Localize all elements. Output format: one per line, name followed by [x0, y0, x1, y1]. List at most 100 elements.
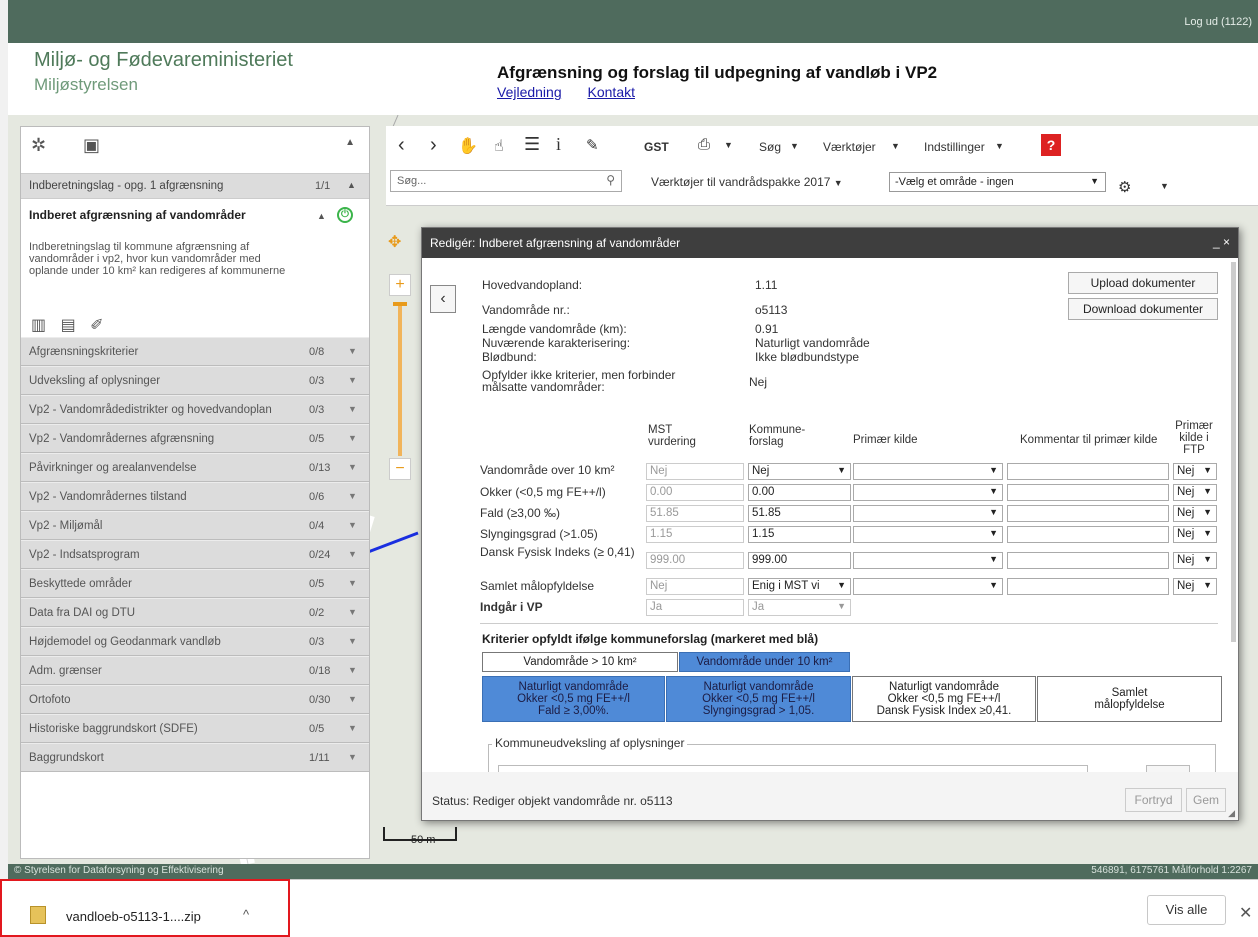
chevron-down-icon[interactable]: ▼ [348, 578, 357, 588]
layer-group[interactable]: Historiske baggrundskort (SDFE) 0/5 ▼ [21, 714, 369, 743]
comment-input[interactable] [1007, 552, 1169, 569]
comment-input[interactable] [1007, 463, 1169, 480]
ftp-select[interactable]: Nej ▼ [1173, 505, 1217, 522]
forward-icon[interactable]: › [430, 134, 437, 157]
chevron-down-icon[interactable]: ▼ [348, 491, 357, 501]
zip-file-icon[interactable] [30, 906, 46, 924]
add-document-icon[interactable]: ▣ [83, 135, 100, 156]
chevron-down-icon[interactable]: ▼ [724, 140, 733, 150]
table-icon[interactable]: ▤ [61, 317, 76, 334]
kommune-exchange-button[interactable] [1146, 765, 1190, 772]
area-select[interactable]: -Vælg et område - ingen ▼ [889, 172, 1106, 192]
zoom-in-button[interactable]: + [389, 274, 411, 296]
search-input[interactable]: Søg... ⚲ [390, 170, 622, 192]
chevron-down-icon[interactable]: ▼ [348, 636, 357, 646]
save-button[interactable]: Gem [1186, 788, 1226, 812]
chevron-down-icon[interactable]: ▼ [348, 665, 357, 675]
gst-menu[interactable]: GST [644, 140, 669, 154]
power-toggle-icon[interactable]: ⏻ [337, 207, 353, 223]
chevron-down-icon[interactable]: ▼ [348, 433, 357, 443]
chevron-down-icon[interactable]: ▼ [348, 520, 357, 530]
layer-group[interactable]: Ortofoto 0/30 ▼ [21, 685, 369, 714]
chevron-down-icon[interactable]: ▼ [1160, 181, 1169, 191]
guide-link[interactable]: Vejledning [497, 84, 562, 100]
chevron-down-icon[interactable]: ▼ [891, 141, 900, 151]
layer-group[interactable]: Adm. grænser 0/18 ▼ [21, 656, 369, 685]
layer-group[interactable]: Baggrundskort 1/11 ▼ [21, 743, 369, 772]
show-all-button[interactable]: Vis alle [1147, 895, 1226, 925]
chevron-down-icon[interactable]: ▼ [348, 752, 357, 762]
settings-menu[interactable]: Indstillinger [924, 140, 985, 154]
kommune-exchange-input[interactable] [498, 765, 1088, 772]
kommune-input[interactable]: 1.15 [748, 526, 851, 543]
chevron-down-icon[interactable]: ▼ [348, 346, 357, 356]
layer-group[interactable]: Vp2 - Indsatsprogram 0/24 ▼ [21, 540, 369, 569]
help-button[interactable]: ? [1041, 134, 1061, 156]
chevron-down-icon[interactable]: ▼ [348, 549, 357, 559]
chevron-down-icon[interactable]: ▼ [348, 375, 357, 385]
ftp-select[interactable]: Nej ▼ [1173, 578, 1217, 595]
tool-icon[interactable]: ⚙ [1118, 178, 1131, 196]
zoom-out-button[interactable]: − [389, 458, 411, 480]
print-icon[interactable]: ⎙ [698, 136, 710, 153]
chevron-up-icon[interactable]: ^ [243, 907, 249, 922]
layer-group[interactable]: Vp2 - Miljømål 0/4 ▼ [21, 511, 369, 540]
chevron-up-icon[interactable]: ▲ [317, 211, 326, 221]
close-icon[interactable]: _ × [1213, 235, 1230, 249]
identify-icon[interactable]: ☝ [494, 136, 504, 156]
kommune-input[interactable]: 0.00 [748, 484, 851, 501]
chevron-down-icon[interactable]: ▼ [995, 141, 1004, 151]
chevron-down-icon[interactable]: ▼ [790, 141, 799, 151]
download-filename[interactable]: vandloeb-o5113-1....zip [66, 909, 201, 924]
chevron-down-icon[interactable]: ▼ [348, 694, 357, 704]
layer-group[interactable]: Vp2 - Vandområdernes afgrænsning 0/5 ▼ [21, 424, 369, 453]
layer-group[interactable]: Højdemodel og Geodanmark vandløb 0/3 ▼ [21, 627, 369, 656]
primary-source-select[interactable]: ▼ [853, 484, 1003, 501]
primary-source-select[interactable]: ▼ [853, 526, 1003, 543]
comment-input[interactable] [1007, 578, 1169, 595]
ftp-select[interactable]: Nej ▼ [1173, 552, 1217, 569]
kommune-input[interactable]: 999.00 [748, 552, 851, 569]
bar-chart-icon[interactable]: ▥ [31, 317, 46, 334]
edit-tool-icon[interactable]: ✐ [90, 317, 103, 334]
tools-menu[interactable]: Værktøjer [823, 140, 876, 154]
chevron-down-icon[interactable]: ▼ [348, 462, 357, 472]
kommune-input[interactable]: 51.85 [748, 505, 851, 522]
list-icon[interactable]: ☰ [524, 134, 540, 155]
chevron-down-icon[interactable]: ▼ [348, 607, 357, 617]
ftp-select[interactable]: Nej ▼ [1173, 526, 1217, 543]
download-documents-button[interactable]: Download dokumenter [1068, 298, 1218, 320]
primary-source-select[interactable]: ▼ [853, 505, 1003, 522]
pan-arrows-icon[interactable]: ✥ [388, 232, 401, 252]
layer-group[interactable]: Udveksling af oplysninger 0/3 ▼ [21, 366, 369, 395]
chevron-up-icon[interactable]: ▲ [347, 180, 356, 190]
zoom-slider-track[interactable] [398, 306, 402, 456]
resize-handle-icon[interactable]: ◢ [1228, 808, 1235, 819]
kommune-select[interactable]: Enig i MST vi ▼ [748, 578, 851, 595]
kommune-select[interactable]: Nej ▼ [748, 463, 851, 480]
chevron-down-icon[interactable]: ▼ [348, 404, 357, 414]
measure-icon[interactable]: ✎ [586, 136, 599, 154]
current-layer-row[interactable]: Indberetningslag - opg. 1 afgrænsning 1/… [21, 173, 369, 199]
primary-source-select[interactable]: ▼ [853, 463, 1003, 480]
primary-source-select[interactable]: ▼ [853, 552, 1003, 569]
close-icon[interactable]: ✕ [1239, 903, 1252, 923]
search-menu[interactable]: Søg [759, 140, 781, 154]
back-button[interactable]: ‹ [430, 285, 456, 313]
ftp-select[interactable]: Nej ▼ [1173, 484, 1217, 501]
scrollbar[interactable] [1231, 262, 1236, 642]
layer-group[interactable]: Påvirkninger og arealanvendelse 0/13 ▼ [21, 453, 369, 482]
layer-group[interactable]: Vp2 - Vandområdedistrikter og hovedvando… [21, 395, 369, 424]
undo-button[interactable]: Fortryd [1125, 788, 1182, 812]
layer-group[interactable]: Data fra DAI og DTU 0/2 ▼ [21, 598, 369, 627]
settings-icon[interactable]: ✲ [31, 135, 46, 156]
search-icon[interactable]: ⚲ [606, 173, 615, 187]
back-icon[interactable]: ‹ [398, 134, 405, 157]
contact-link[interactable]: Kontakt [588, 84, 635, 100]
layer-group[interactable]: Afgrænsningskriterier 0/8 ▼ [21, 337, 369, 366]
info-icon[interactable]: i [556, 134, 561, 155]
chevron-down-icon[interactable]: ▼ [348, 723, 357, 733]
logout-link[interactable]: Log ud (1122) [1184, 16, 1252, 28]
layer-group[interactable]: Beskyttede områder 0/5 ▼ [21, 569, 369, 598]
layer-group[interactable]: Vp2 - Vandområdernes tilstand 0/6 ▼ [21, 482, 369, 511]
